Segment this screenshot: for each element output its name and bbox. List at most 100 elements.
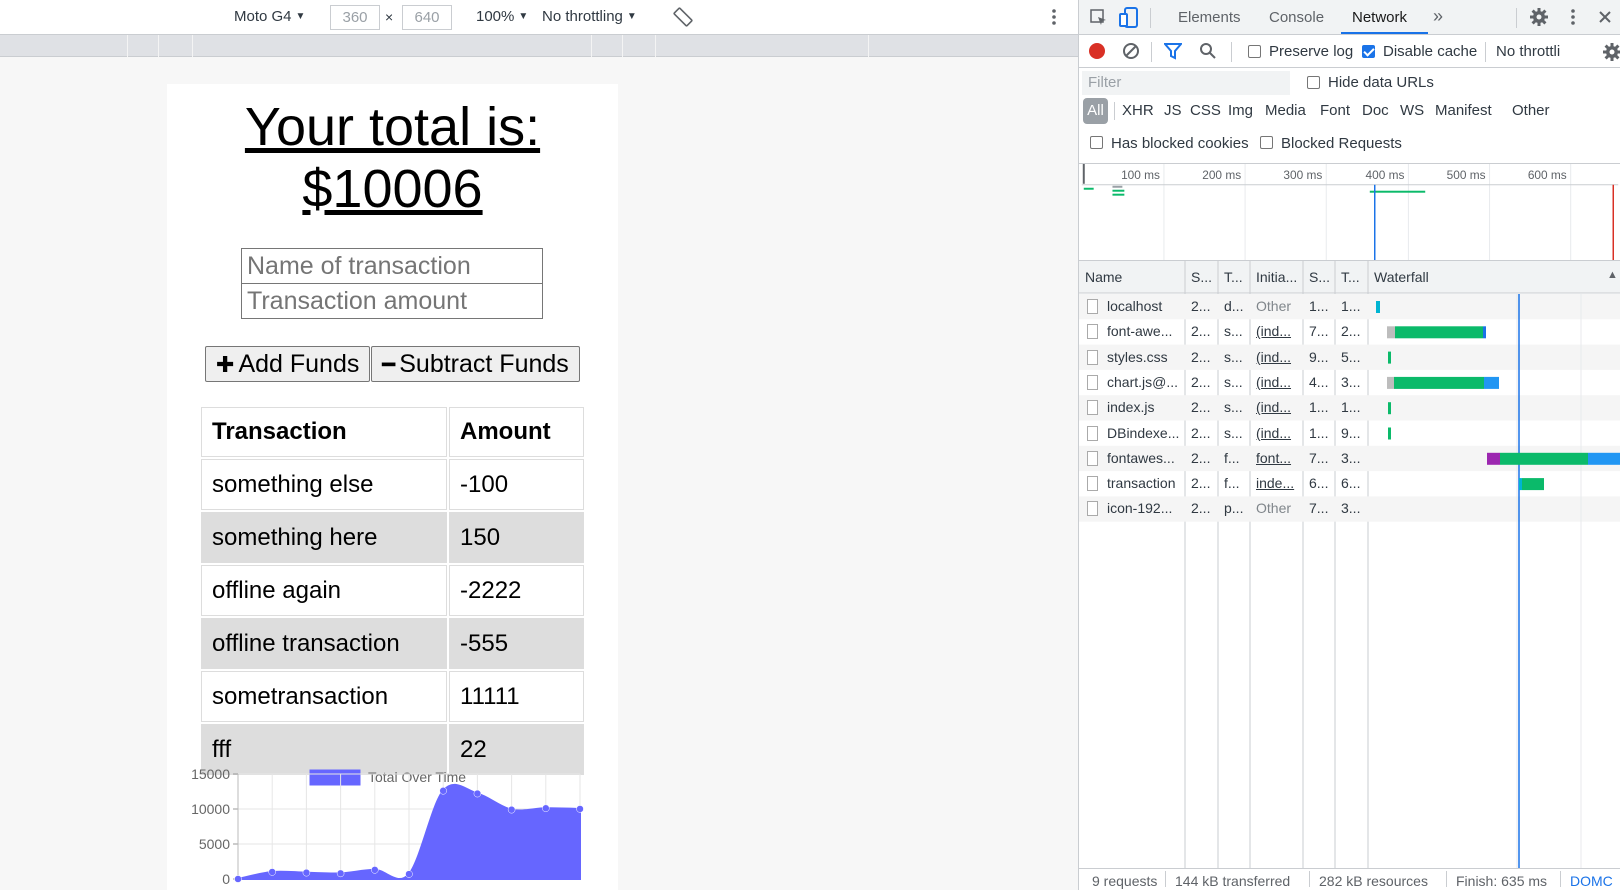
sort-ascending-icon[interactable]: ▲ — [1607, 269, 1618, 281]
device-height-input[interactable]: 640 — [402, 5, 452, 30]
media-query-ruler[interactable] — [0, 35, 1078, 57]
device-width-input[interactable]: 360 — [330, 5, 380, 30]
search-icon[interactable] — [1199, 42, 1217, 60]
preserve-log-label: Preserve log — [1269, 43, 1354, 60]
rotate-icon[interactable] — [673, 7, 693, 27]
has-blocked-cookies-checkbox[interactable] — [1090, 136, 1103, 149]
close-icon[interactable] — [1598, 10, 1612, 24]
request-type: s... — [1224, 424, 1243, 441]
filter-icon[interactable] — [1164, 42, 1182, 60]
tab-console[interactable]: Console — [1269, 9, 1324, 26]
request-type: s... — [1224, 399, 1243, 416]
file-icon — [1087, 450, 1098, 466]
request-type: s... — [1224, 323, 1243, 340]
type-filter-img[interactable]: Img — [1228, 102, 1253, 119]
more-options-icon[interactable] — [1048, 6, 1060, 28]
request-row[interactable]: localhost 2... d... Other 1... 1... — [1079, 294, 1620, 319]
network-throttling-select[interactable]: No throttli — [1496, 43, 1560, 60]
zoom-select-label: 100% — [476, 8, 515, 25]
tab-elements[interactable]: Elements — [1178, 9, 1241, 26]
request-row[interactable]: styles.css 2... s... (ind... 9... 5... — [1079, 345, 1620, 370]
column-header-col1[interactable]: S... — [1191, 269, 1212, 285]
column-header-transaction: Transaction — [201, 407, 447, 457]
request-initiator[interactable]: font... — [1256, 446, 1301, 471]
devtools-menu-icon[interactable] — [1567, 6, 1579, 28]
network-settings-icon[interactable] — [1602, 42, 1620, 62]
timeline-tick-label: 500 ms — [1447, 168, 1486, 182]
request-row[interactable]: font-awe... 2... s... (ind... 7... 2... — [1079, 319, 1620, 344]
transaction-amount-input[interactable]: Transaction amount — [241, 283, 543, 319]
request-initiator[interactable]: (ind... — [1256, 421, 1301, 446]
device-select[interactable]: Moto G4 ▼ — [234, 8, 305, 25]
request-type: p... — [1224, 500, 1244, 517]
request-name: DBindexe... — [1107, 424, 1180, 441]
minus-icon: ━ — [382, 353, 396, 378]
data-point — [234, 875, 242, 883]
request-status: 2... — [1191, 475, 1211, 492]
request-initiator[interactable]: (ind... — [1256, 395, 1301, 420]
request-initiator[interactable]: (ind... — [1256, 370, 1301, 395]
blocked-requests-label: Blocked Requests — [1281, 135, 1402, 152]
type-filter-other[interactable]: Other — [1512, 102, 1550, 119]
request-initiator[interactable]: inde... — [1256, 471, 1301, 496]
type-filter-xhr[interactable]: XHR — [1122, 102, 1154, 119]
column-header-name[interactable]: Name — [1085, 269, 1122, 285]
filter-input[interactable]: Filter — [1082, 71, 1290, 95]
inspect-element-icon[interactable] — [1089, 8, 1109, 28]
request-row[interactable]: DBindexe... 2... s... (ind... 1... 9... — [1079, 421, 1620, 446]
devtools-tabbar: Elements Console Network » — [1079, 0, 1620, 35]
request-row[interactable]: transaction 2... f... inde... 6... 6... — [1079, 471, 1620, 496]
type-filter-media[interactable]: Media — [1265, 102, 1306, 119]
request-name: styles.css — [1107, 348, 1168, 365]
column-header-waterfall[interactable]: Waterfall — [1374, 269, 1429, 285]
hide-data-urls-checkbox[interactable] — [1307, 76, 1320, 89]
request-status: 2... — [1191, 500, 1211, 517]
tab-network[interactable]: Network — [1352, 9, 1407, 26]
request-initiator[interactable]: Other — [1256, 294, 1301, 319]
request-type: f... — [1224, 475, 1240, 492]
request-row[interactable]: fontawes... 2... f... font... 7... 3... — [1079, 446, 1620, 471]
request-row[interactable]: chart.js@... 2... s... (ind... 4... 3... — [1079, 370, 1620, 395]
record-icon[interactable] — [1088, 42, 1106, 60]
device-select-label: Moto G4 — [234, 8, 292, 25]
type-filter-doc[interactable]: Doc — [1362, 102, 1389, 119]
zoom-select[interactable]: 100% ▼ — [476, 8, 528, 25]
total-heading: Your total is: $10006 — [167, 96, 618, 220]
column-header-col2[interactable]: T... — [1224, 269, 1243, 285]
blocked-requests-checkbox[interactable] — [1260, 136, 1273, 149]
request-type: f... — [1224, 449, 1240, 466]
preserve-log-checkbox[interactable] — [1248, 45, 1261, 58]
clear-icon[interactable] — [1122, 42, 1140, 60]
more-tabs-icon[interactable]: » — [1433, 6, 1443, 27]
column-header-col3[interactable]: Initia... — [1256, 269, 1297, 285]
request-initiator[interactable]: (ind... — [1256, 319, 1301, 344]
type-filter-ws[interactable]: WS — [1400, 102, 1424, 119]
request-initiator[interactable]: Other — [1256, 496, 1301, 521]
subtract-funds-button[interactable]: ━ Subtract Funds — [371, 346, 580, 382]
request-time: 9... — [1341, 424, 1361, 441]
timeline-overview[interactable]: 100 ms 200 ms 300 ms 400 ms 500 ms 600 ms — [1079, 164, 1620, 261]
timeline-tick-label: 400 ms — [1366, 168, 1405, 182]
disable-cache-label: Disable cache — [1383, 43, 1478, 60]
caret-down-icon: ▼ — [518, 11, 529, 22]
column-header-col5[interactable]: T... — [1341, 269, 1360, 285]
type-filter-manifest[interactable]: Manifest — [1435, 102, 1492, 119]
data-point — [268, 868, 276, 876]
device-toolbar-toggle-icon[interactable] — [1119, 7, 1139, 29]
add-funds-button[interactable]: ✚ Add Funds — [205, 346, 371, 382]
request-status: 2... — [1191, 399, 1211, 416]
request-row[interactable]: index.js 2... s... (ind... 1... 1... — [1079, 395, 1620, 420]
disable-cache-checkbox[interactable] — [1362, 45, 1375, 58]
table-row: something else -100 — [201, 459, 584, 510]
settings-gear-icon[interactable] — [1529, 7, 1549, 27]
transactions-table: Transaction Amount something else -100 so… — [201, 407, 584, 777]
transaction-name-input[interactable]: Name of transaction — [241, 248, 543, 284]
request-initiator[interactable]: (ind... — [1256, 345, 1301, 370]
request-row[interactable]: icon-192... 2... p... Other 7... 3... — [1079, 496, 1620, 521]
type-filter-css[interactable]: CSS — [1190, 102, 1221, 119]
type-filter-js[interactable]: JS — [1164, 102, 1182, 119]
throttling-select[interactable]: No throttling ▼ — [542, 8, 637, 25]
column-header-col4[interactable]: S... — [1309, 269, 1330, 285]
type-filter-font[interactable]: Font — [1320, 102, 1350, 119]
type-filter-all[interactable]: All — [1083, 98, 1108, 124]
